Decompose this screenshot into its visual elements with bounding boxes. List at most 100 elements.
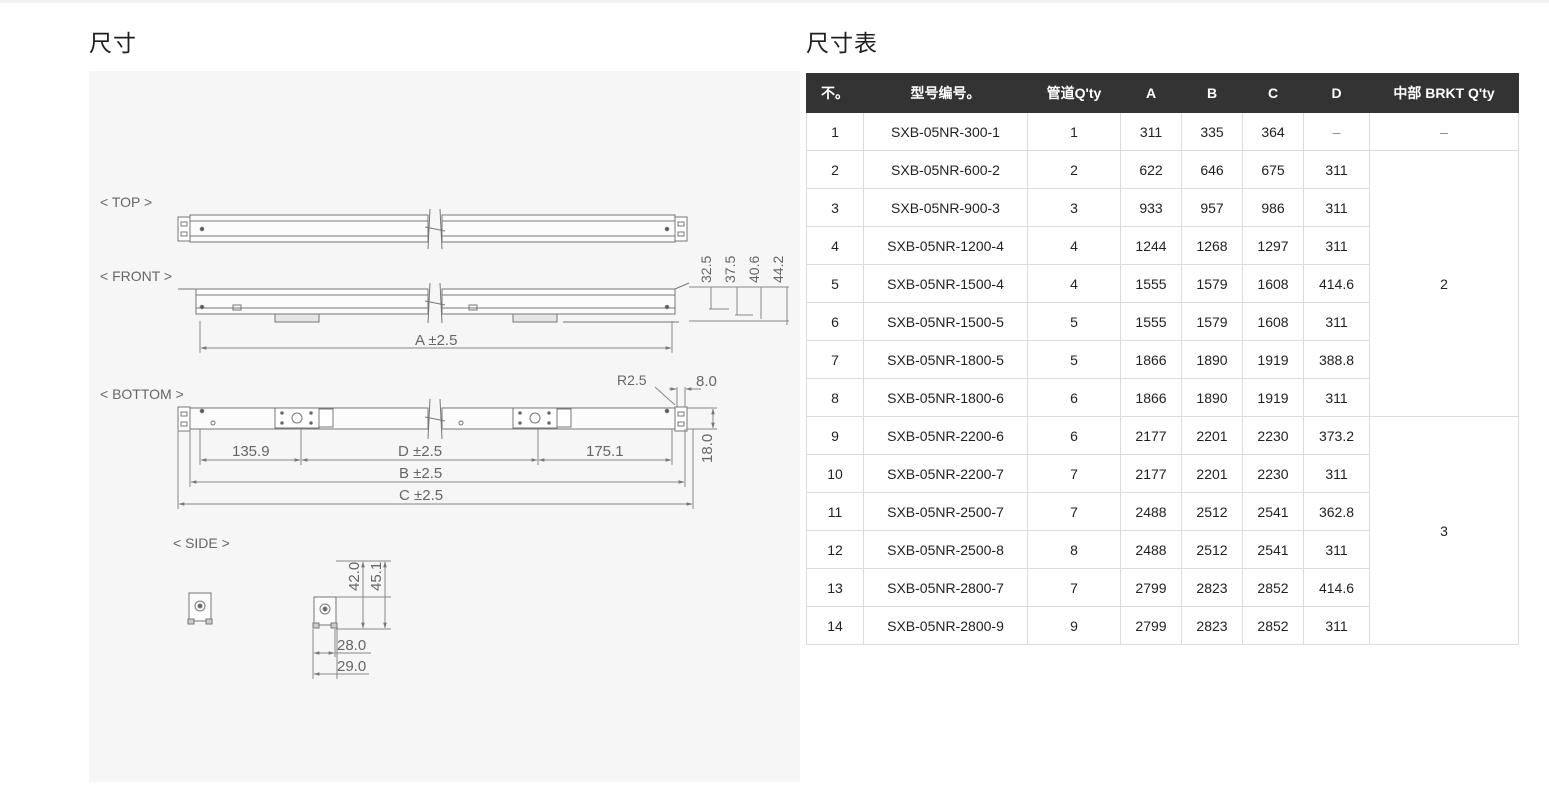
cell-a: 1555 (1120, 302, 1182, 341)
header-model: 型号编号。 (863, 73, 1028, 113)
cell-a: 2177 (1120, 454, 1182, 493)
cell-d: 311 (1303, 454, 1370, 493)
dim-40-6: 40.6 (746, 256, 762, 283)
cell-b: 2512 (1181, 530, 1243, 569)
cell-no: 1 (806, 112, 864, 151)
cell-c: 364 (1242, 112, 1304, 151)
cell-model: SXB-05NR-300-1 (863, 112, 1028, 151)
cell-c: 986 (1242, 188, 1304, 227)
cell-b: 1268 (1181, 226, 1243, 265)
cell-no: 3 (806, 188, 864, 227)
header-c: C (1242, 73, 1304, 113)
cell-no: 4 (806, 226, 864, 265)
cell-b: 2823 (1181, 606, 1243, 645)
header-no: 不。 (806, 73, 864, 113)
dim-b-label: B ±2.5 (399, 465, 442, 482)
cell-d: 362.8 (1303, 492, 1370, 531)
cell-b: 335 (1181, 112, 1243, 151)
cell-b: 957 (1181, 188, 1243, 227)
dimension-table-heading: 尺寸表 (806, 31, 878, 57)
top-view-rail (177, 208, 688, 250)
bottom-view-rail (177, 398, 688, 440)
front-view-label: < FRONT > (100, 268, 172, 284)
cell-pipe-qty: 1 (1027, 112, 1121, 151)
cell-d: 414.6 (1303, 568, 1370, 607)
cell-d: 311 (1303, 378, 1370, 417)
cell-pipe-qty: 6 (1027, 378, 1121, 417)
cell-a: 1555 (1120, 264, 1182, 303)
cell-b: 1579 (1181, 302, 1243, 341)
cell-d: 311 (1303, 530, 1370, 569)
cell-no: 12 (806, 530, 864, 569)
cell-a: 1866 (1120, 378, 1182, 417)
cell-d: 373.2 (1303, 416, 1370, 455)
dim-175-1: 175.1 (586, 443, 624, 460)
cell-a: 311 (1120, 112, 1182, 151)
cell-model: SXB-05NR-2500-8 (863, 530, 1028, 569)
cell-pipe-qty: 7 (1027, 454, 1121, 493)
cell-d: – (1303, 112, 1370, 151)
cell-b: 1579 (1181, 264, 1243, 303)
cell-b: 2512 (1181, 492, 1243, 531)
dim-d-label: D ±2.5 (398, 443, 442, 460)
cell-model: SXB-05NR-1200-4 (863, 226, 1028, 265)
cell-no: 14 (806, 606, 864, 645)
dim-c-label: C ±2.5 (399, 487, 443, 504)
cell-a: 2799 (1120, 606, 1182, 645)
cell-pipe-qty: 5 (1027, 340, 1121, 379)
cell-pipe-qty: 4 (1027, 226, 1121, 265)
cell-c: 1919 (1242, 378, 1304, 417)
cell-pipe-qty: 8 (1027, 530, 1121, 569)
side-view-label: < SIDE > (173, 535, 230, 551)
cell-model: SXB-05NR-2800-7 (863, 568, 1028, 607)
front-view-rail (178, 282, 690, 324)
dim-28-0: 28.0 (337, 637, 366, 654)
dim-18-0: 18.0 (699, 434, 716, 463)
dim-r2-5: R2.5 (617, 372, 647, 388)
cell-b: 2823 (1181, 568, 1243, 607)
bottom-view-label: < BOTTOM > (100, 386, 184, 402)
cell-a: 933 (1120, 188, 1182, 227)
dim-29-0: 29.0 (337, 658, 366, 675)
header-b: B (1181, 73, 1243, 113)
dim-45-1: 45.1 (368, 562, 385, 591)
cell-model: SXB-05NR-2500-7 (863, 492, 1028, 531)
cell-b: 1890 (1181, 378, 1243, 417)
cell-b: 2201 (1181, 416, 1243, 455)
cell-pipe-qty: 2 (1027, 150, 1121, 189)
cell-model: SXB-05NR-2200-6 (863, 416, 1028, 455)
cell-pipe-qty: 7 (1027, 492, 1121, 531)
cell-no: 7 (806, 340, 864, 379)
table-row: 2 SXB-05NR-600-2 2 622 646 675 311 2 (806, 150, 1519, 417)
cell-a: 1244 (1120, 226, 1182, 265)
cell-c: 675 (1242, 150, 1304, 189)
cell-b: 1890 (1181, 340, 1243, 379)
cell-d: 414.6 (1303, 264, 1370, 303)
table-row: 9 SXB-05NR-2200-6 6 2177 2201 2230 373.2… (806, 416, 1519, 645)
table-row: 1 SXB-05NR-300-1 1 311 335 364 – – (806, 112, 1519, 151)
cell-no: 13 (806, 568, 864, 607)
dim-a-label: A ±2.5 (415, 332, 457, 349)
cell-a: 2799 (1120, 568, 1182, 607)
cell-brkt-qty: 2 (1369, 150, 1519, 417)
front-height-dims (689, 286, 789, 325)
cell-b: 646 (1181, 150, 1243, 189)
cell-pipe-qty: 5 (1027, 302, 1121, 341)
cell-no: 6 (806, 302, 864, 341)
cell-c: 2230 (1242, 416, 1304, 455)
cell-c: 2230 (1242, 454, 1304, 493)
cell-c: 2852 (1242, 568, 1304, 607)
cell-no: 2 (806, 150, 864, 189)
dim-42-0: 42.0 (346, 562, 363, 591)
dim-8-0: 8.0 (696, 373, 717, 390)
dim-37-5: 37.5 (722, 256, 738, 283)
cell-b: 2201 (1181, 454, 1243, 493)
cell-pipe-qty: 4 (1027, 264, 1121, 303)
header-pipe-qty: 管道Q'ty (1027, 73, 1121, 113)
spec-table: 不。 型号编号。 管道Q'ty A B C D 中部 BRKT Q'ty 1 S… (806, 73, 1519, 645)
header-a: A (1120, 73, 1182, 113)
top-view-label: < TOP > (100, 194, 152, 210)
cell-brkt-qty: 3 (1369, 416, 1519, 645)
cell-a: 622 (1120, 150, 1182, 189)
side-view-right (312, 596, 338, 629)
